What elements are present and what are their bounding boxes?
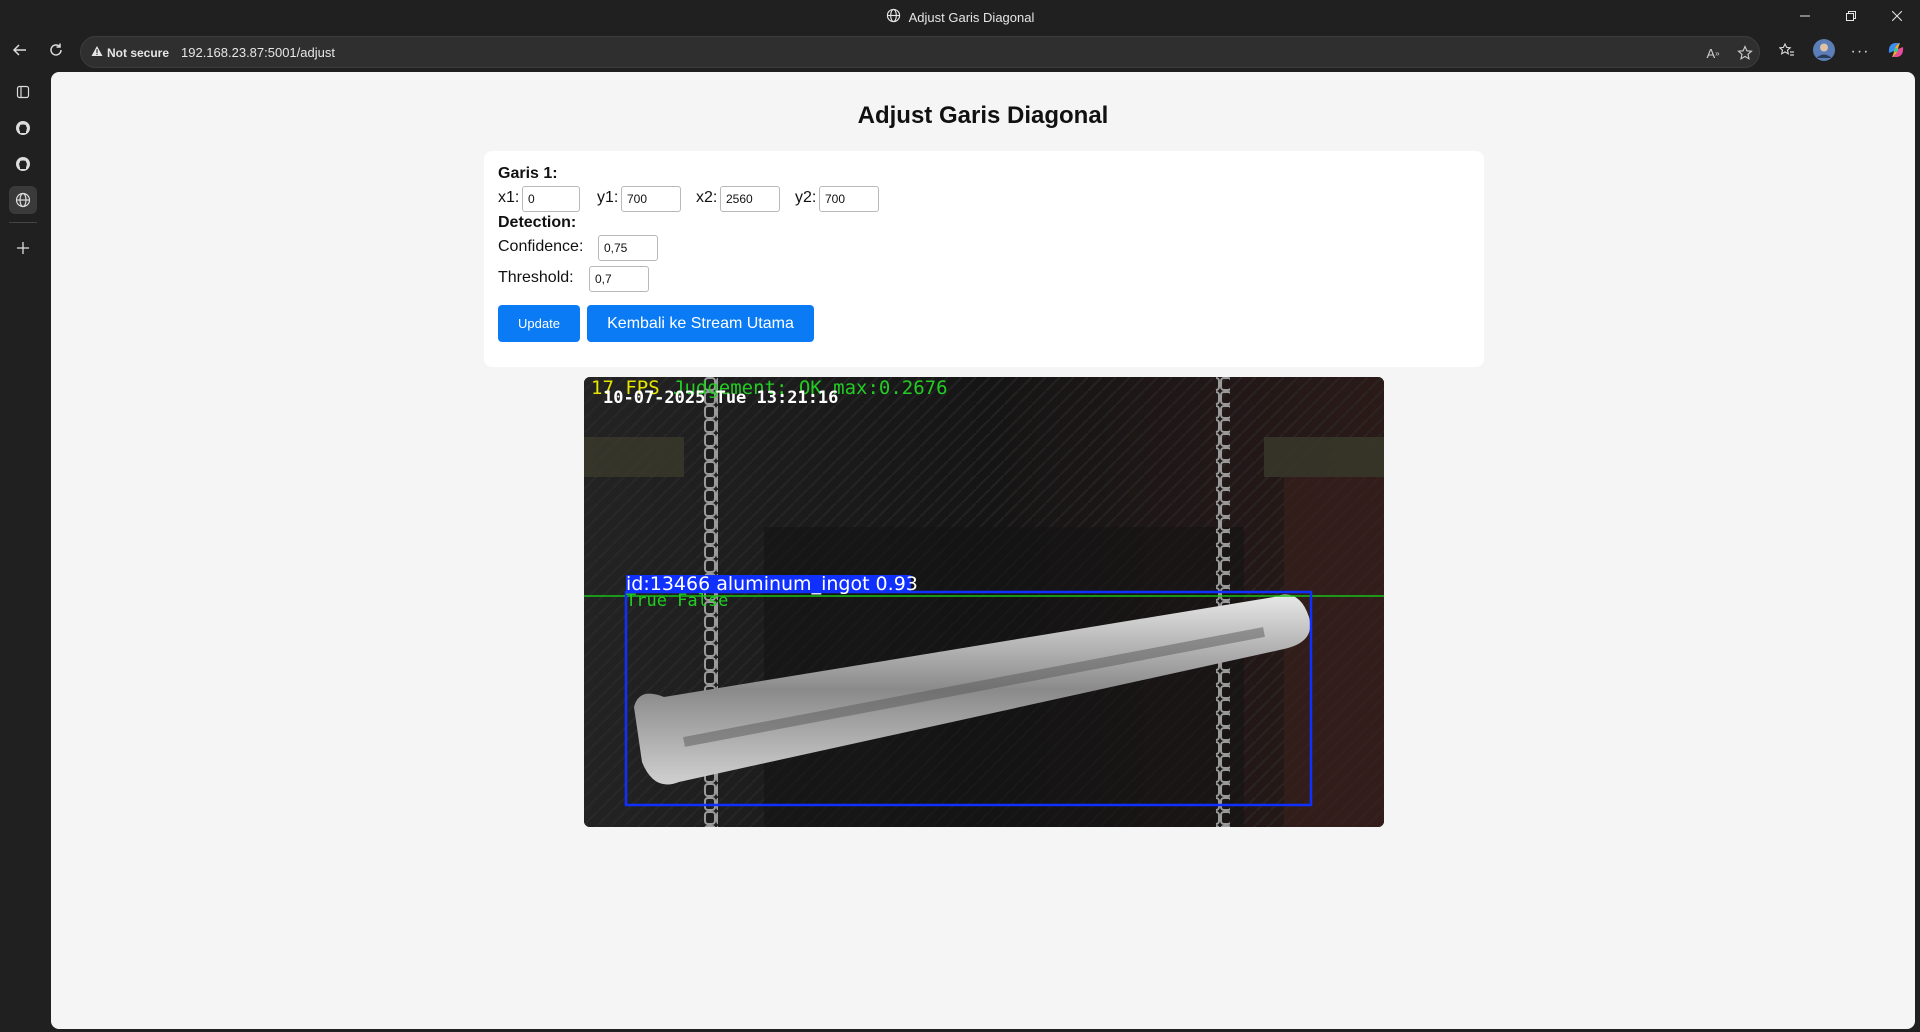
back-to-main-stream-button[interactable]: Kembali ke Stream Utama [587, 305, 814, 342]
close-window-button[interactable] [1874, 0, 1920, 32]
copilot-button[interactable] [1880, 36, 1912, 68]
detection-status-text: True False [626, 591, 729, 611]
browser-toolbar: Not secure 192.168.23.87:5001/adjust A» … [0, 32, 1920, 72]
window-title-text: Adjust Garis Diagonal [908, 9, 1035, 25]
back-button[interactable] [4, 36, 36, 68]
sidebar-divider [9, 222, 37, 223]
ellipsis-icon: ··· [1850, 43, 1870, 60]
reload-button[interactable] [40, 36, 72, 68]
browser-sidebar [0, 72, 50, 1032]
security-label: Not secure [107, 45, 170, 60]
detection-label: Detection: [498, 214, 577, 231]
url-text[interactable]: 192.168.23.87:5001/adjust [181, 45, 335, 60]
tab-actions-icon[interactable] [9, 78, 37, 106]
add-icon[interactable] [9, 234, 37, 262]
star-icon[interactable] [1735, 43, 1755, 63]
avatar [1813, 38, 1835, 66]
page-content: Adjust Garis Diagonal Garis 1: x1: y1: x… [51, 72, 1915, 1029]
arrow-left-icon [12, 42, 28, 63]
security-indicator[interactable]: Not secure [91, 45, 169, 60]
line-section-label: Garis 1: [498, 165, 558, 182]
x2-label: x2: [696, 189, 718, 206]
minimize-button[interactable] [1782, 0, 1828, 32]
video-stream: 17 FPS Judgement: OK max:0.2676 10-07-20… [584, 377, 1384, 827]
y2-label: y2: [795, 189, 817, 206]
github-icon[interactable] [9, 114, 37, 142]
x2-input[interactable] [720, 186, 780, 212]
warning-icon [91, 45, 103, 60]
page-title: Adjust Garis Diagonal [857, 102, 1109, 129]
address-bar[interactable]: Not secure 192.168.23.87:5001/adjust A» [80, 36, 1760, 68]
threshold-label: Threshold: [498, 269, 574, 286]
settings-panel: Garis 1: x1: y1: x2: y2: Detection: Conf… [484, 151, 1484, 367]
window-title: Adjust Garis Diagonal [0, 8, 1920, 26]
x1-input[interactable] [522, 186, 580, 212]
favorites-button[interactable] [1771, 36, 1803, 68]
confidence-label: Confidence: [498, 238, 584, 255]
github-icon[interactable] [9, 150, 37, 178]
window-title-bar: Adjust Garis Diagonal [0, 0, 1920, 32]
timestamp-text: 10-07-2025 Tue 13:21:16 [603, 388, 839, 408]
profile-avatar[interactable] [1808, 36, 1840, 68]
y2-input[interactable] [819, 186, 879, 212]
update-button[interactable]: Update [498, 305, 580, 342]
threshold-input[interactable] [589, 266, 649, 292]
x1-label: x1: [498, 189, 520, 206]
copilot-icon [1885, 39, 1907, 66]
y1-input[interactable] [621, 186, 681, 212]
confidence-input[interactable] [598, 235, 658, 261]
globe-icon [886, 8, 901, 26]
globe-icon[interactable] [9, 186, 37, 214]
read-aloud-icon[interactable]: A» [1703, 43, 1723, 63]
reload-icon [48, 42, 64, 63]
y1-label: y1: [597, 189, 619, 206]
more-menu-button[interactable]: ··· [1844, 36, 1876, 68]
favorites-icon [1778, 42, 1795, 63]
restore-button[interactable] [1828, 0, 1874, 32]
